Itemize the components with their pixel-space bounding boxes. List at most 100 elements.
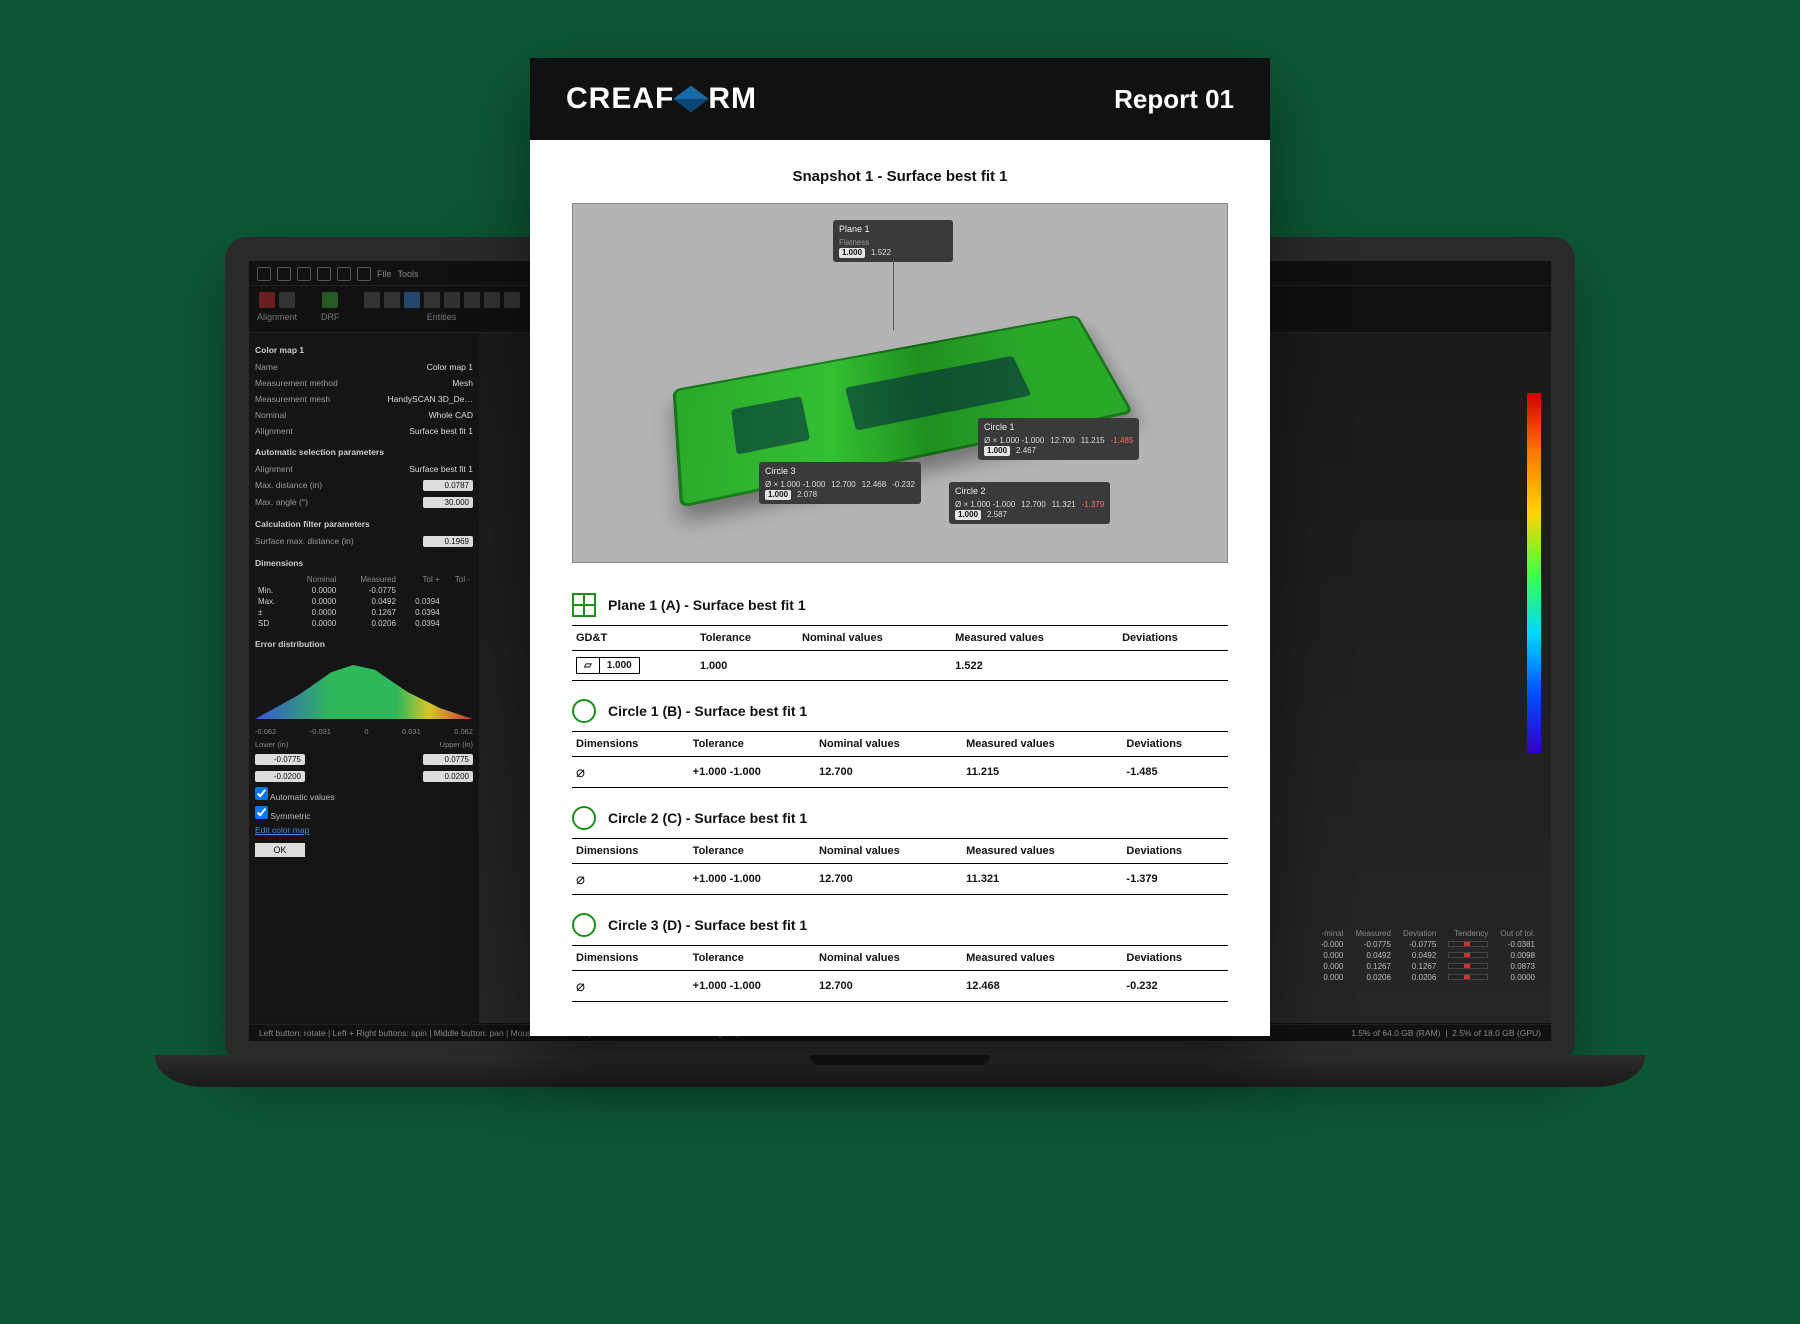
report-body: Snapshot 1 - Surface best fit 1 Plane 1 … — [530, 140, 1270, 1036]
section-header: Plane 1 (A) - Surface best fit 1 — [572, 593, 1228, 617]
properties-panel: Color map 1 NameColor map 1 Measurement … — [249, 333, 479, 1023]
callout-circle-3: Circle 3 Ø × 1.000 -1.00012.70012.468-0.… — [759, 462, 921, 504]
table-row: 0.0000.04920.04920.0098 — [1315, 950, 1541, 961]
table-row: ▱1.000 1.000 1.522 — [572, 651, 1228, 681]
entity-circle-icon[interactable] — [364, 292, 380, 308]
section-title: Circle 2 (C) - Surface best fit 1 — [608, 810, 807, 826]
section-header: Circle 1 (B) - Surface best fit 1 — [572, 699, 1228, 723]
circle-icon — [572, 913, 596, 937]
table-row: Max.0.00000.04920.0394 — [255, 596, 473, 607]
section-header: Circle 3 (D) - Surface best fit 1 — [572, 913, 1228, 937]
entity-plane-icon[interactable] — [384, 292, 400, 308]
table-row: 0.0000.12670.12670.0873 — [1315, 961, 1541, 972]
prop-row: AlignmentSurface best fit 1 — [255, 425, 473, 437]
section-title: Plane 1 (A) - Surface best fit 1 — [608, 597, 806, 613]
diameter-symbol: ⌀ — [572, 971, 689, 1002]
redo-icon[interactable] — [337, 267, 351, 281]
snapshot-frame: Plane 1 Flatness 1.0001.522 Circle 1 Ø ×… — [572, 203, 1228, 563]
callout-circle-2: Circle 2 Ø × 1.000 -1.00012.70011.321-1.… — [949, 482, 1110, 524]
panel-section-title: Automatic selection parameters — [255, 447, 473, 457]
alignment-icon[interactable] — [279, 292, 295, 308]
section-table: Dimensions Tolerance Nominal values Meas… — [572, 945, 1228, 1002]
panel-section-title: Dimensions — [255, 558, 473, 568]
tendency-bar-icon — [1448, 941, 1488, 947]
home-icon[interactable] — [257, 267, 271, 281]
prop-row: Measurement meshHandySCAN 3D_De… — [255, 393, 473, 405]
menu-file[interactable]: File — [377, 269, 392, 279]
ribbon-label: Entities — [427, 312, 457, 322]
save-icon[interactable] — [297, 267, 311, 281]
edit-color-map-link[interactable]: Edit color map — [255, 825, 473, 835]
error-histogram — [255, 659, 473, 719]
panel-section-title: Error distribution — [255, 639, 473, 649]
axes-icon[interactable] — [259, 292, 275, 308]
max-angle-input[interactable]: 30.000 — [423, 497, 473, 508]
undo-icon[interactable] — [317, 267, 331, 281]
table-row: 0.0000.02060.02060.0000 — [1315, 972, 1541, 983]
open-icon[interactable] — [357, 267, 371, 281]
logo-cube-icon — [674, 86, 709, 113]
upper-input[interactable]: 0.0775 — [423, 754, 473, 765]
prop-row: NominalWhole CAD — [255, 409, 473, 421]
prop-row: AlignmentSurface best fit 1 — [255, 463, 473, 475]
dimensions-table: Nominal Measured Tol + Tol - Min.0.0000-… — [255, 574, 473, 629]
gpu-usage: 2.5% of 18.0 GB (GPU) — [1452, 1028, 1541, 1038]
table-row: ⌀ +1.000 -1.000 12.700 11.321 -1.379 — [572, 864, 1228, 895]
tendency-bar-icon — [1448, 974, 1488, 980]
upper-input-2[interactable]: 0.0200 — [423, 771, 473, 782]
entity-point-icon[interactable] — [404, 292, 420, 308]
entity-sphere-icon[interactable] — [504, 292, 520, 308]
ribbon-group-drf: DRF — [321, 292, 340, 322]
menu-tools[interactable]: Tools — [398, 269, 419, 279]
ok-button[interactable]: OK — [255, 843, 305, 857]
section-header: Circle 2 (C) - Surface best fit 1 — [572, 806, 1228, 830]
lower-input-2[interactable]: -0.0200 — [255, 771, 305, 782]
ribbon-group-entities: Entities — [364, 292, 520, 322]
prop-row: NameColor map 1 — [255, 361, 473, 373]
tendency-bar-icon — [1448, 963, 1488, 969]
diameter-symbol: ⌀ — [572, 757, 689, 788]
section-title: Circle 3 (D) - Surface best fit 1 — [608, 917, 807, 933]
prop-row: Measurement methodMesh — [255, 377, 473, 389]
ram-usage: 1.5% of 64.0 GB (RAM) — [1351, 1028, 1440, 1038]
creaform-logo: CREAFRM — [566, 82, 757, 116]
table-row: -0.000-0.0775-0.0775-0.0381 — [1315, 939, 1541, 950]
tendency-bar-icon — [1448, 952, 1488, 958]
surface-max-distance-input[interactable]: 0.1969 — [423, 536, 473, 547]
ribbon-label: DRF — [321, 312, 340, 322]
report-header: CREAFRM Report 01 — [530, 58, 1270, 140]
entity-line-icon[interactable] — [424, 292, 440, 308]
plane-grid-icon — [572, 593, 596, 617]
table-row: SD0.00000.02060.0394 — [255, 618, 473, 629]
drf-icon[interactable] — [322, 292, 338, 308]
prop-row: Max. angle (°)30.000 — [255, 496, 473, 509]
report-page: CREAFRM Report 01 Snapshot 1 - Surface b… — [530, 58, 1270, 1036]
laptop-base — [155, 1055, 1645, 1087]
lower-input[interactable]: -0.0775 — [255, 754, 305, 765]
symmetric-checkbox[interactable]: Symmetric — [255, 806, 473, 821]
diameter-symbol: ⌀ — [572, 864, 689, 895]
doc-icon[interactable] — [277, 267, 291, 281]
report-title: Report 01 — [1114, 84, 1234, 115]
entity-cone-icon[interactable] — [484, 292, 500, 308]
ribbon-group-alignment: Alignment — [257, 292, 297, 322]
section-table: Dimensions Tolerance Nominal values Meas… — [572, 731, 1228, 788]
section-table: GD&T Tolerance Nominal values Measured v… — [572, 625, 1228, 681]
entity-slot-icon[interactable] — [444, 292, 460, 308]
ribbon-label: Alignment — [257, 312, 297, 322]
table-row: Min.0.0000-0.0775 — [255, 585, 473, 596]
circle-icon — [572, 806, 596, 830]
table-row: ±0.00000.12670.0394 — [255, 607, 473, 618]
results-table: -minal Measured Deviation Tendency Out o… — [1315, 928, 1541, 983]
color-scale-legend — [1527, 393, 1541, 753]
circle-icon — [572, 699, 596, 723]
panel-section-title: Color map 1 — [255, 345, 473, 355]
panel-section-title: Calculation filter parameters — [255, 519, 473, 529]
prop-row: Max. distance (in)0.0787 — [255, 479, 473, 492]
callout-plane-1: Plane 1 Flatness 1.0001.522 — [833, 220, 953, 262]
prop-row: Surface max. distance (in)0.1969 — [255, 535, 473, 548]
automatic-values-checkbox[interactable]: Automatic values — [255, 787, 473, 802]
max-distance-input[interactable]: 0.0787 — [423, 480, 473, 491]
histogram-scale: -0.062 -0.031 0 0.031 0.062 — [255, 727, 473, 736]
entity-cyl-icon[interactable] — [464, 292, 480, 308]
